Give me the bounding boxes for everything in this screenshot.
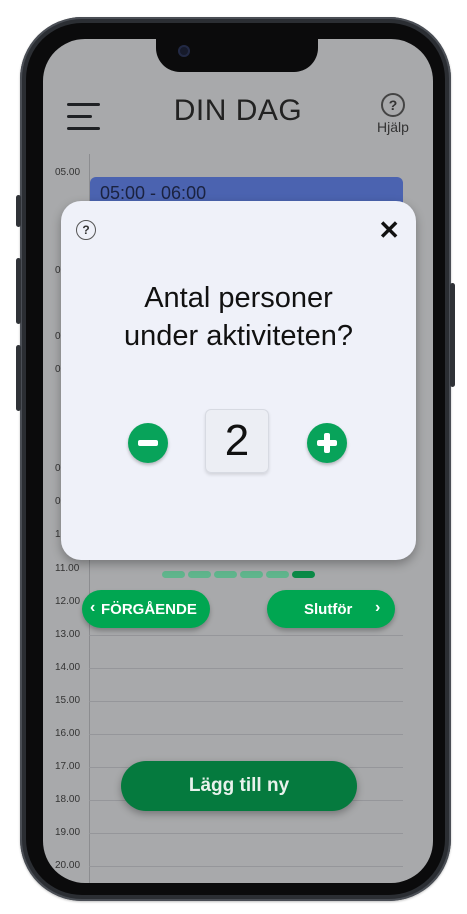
step-dot-active: [292, 571, 315, 578]
question-line-2: under aktiviteten?: [124, 320, 353, 352]
time-label: 0: [55, 463, 61, 474]
side-button-power: [450, 283, 455, 387]
minus-icon: [138, 440, 158, 446]
grid-line: [89, 833, 403, 834]
step-dot: [240, 571, 263, 578]
grid-line: [89, 734, 403, 735]
time-label: 0: [55, 496, 61, 507]
previous-button[interactable]: ‹ FÖRGÅENDE: [82, 590, 210, 628]
grid-line: [89, 866, 403, 867]
grid-line: [89, 701, 403, 702]
step-dot: [214, 571, 237, 578]
decrement-button[interactable]: [128, 423, 168, 463]
time-label: 16.00: [55, 728, 81, 739]
time-label: 14.00: [55, 662, 81, 673]
previous-label: FÖRGÅENDE: [101, 601, 197, 618]
time-label: 17.00: [55, 761, 81, 772]
time-label: 18.00: [55, 794, 81, 805]
time-label: 05.00: [55, 167, 81, 178]
step-dot: [188, 571, 211, 578]
time-label: 11.00: [55, 563, 80, 574]
step-progress: [162, 571, 317, 579]
time-label: 0: [55, 364, 61, 375]
time-label: 20.00: [55, 860, 81, 871]
grid-line: [89, 635, 403, 636]
time-label: 0: [55, 265, 61, 276]
step-dot: [266, 571, 289, 578]
people-count-modal: ? ✕ Antal personer under aktiviteten? 2: [61, 201, 416, 560]
add-new-button[interactable]: Lägg till ny: [121, 761, 357, 811]
side-button-volume-up: [16, 258, 21, 324]
time-label: 12.00: [55, 596, 81, 607]
plus-icon-vertical: [324, 433, 330, 453]
side-button-mute: [16, 195, 21, 227]
help-label: Hjälp: [377, 119, 409, 135]
help-icon: ?: [381, 93, 405, 117]
camera-icon: [178, 45, 190, 57]
time-label: 13.00: [55, 629, 81, 640]
chevron-left-icon: ‹: [90, 599, 96, 616]
side-button-volume-down: [16, 345, 21, 411]
time-label: 0: [55, 331, 61, 342]
finish-button[interactable]: Slutför ›: [267, 590, 395, 628]
people-count-value[interactable]: 2: [205, 409, 269, 473]
question-line-1: Antal personer: [144, 282, 333, 314]
modal-question: Antal personer under aktiviteten?: [61, 279, 416, 355]
grid-line: [89, 668, 403, 669]
modal-help-icon[interactable]: ?: [76, 220, 96, 240]
finish-label: Slutför: [304, 601, 353, 618]
step-dot: [162, 571, 185, 578]
time-label: 1: [55, 529, 61, 540]
time-label: 15.00: [55, 695, 81, 706]
chevron-right-icon: ›: [375, 599, 381, 616]
app-screen: DIN DAG ? Hjälp 05.00 0 0 0 0 0 1 11.00 …: [43, 39, 433, 883]
help-button[interactable]: ? Hjälp: [373, 93, 413, 135]
time-label: 19.00: [55, 827, 81, 838]
increment-button[interactable]: [307, 423, 347, 463]
close-icon[interactable]: ✕: [378, 215, 400, 246]
